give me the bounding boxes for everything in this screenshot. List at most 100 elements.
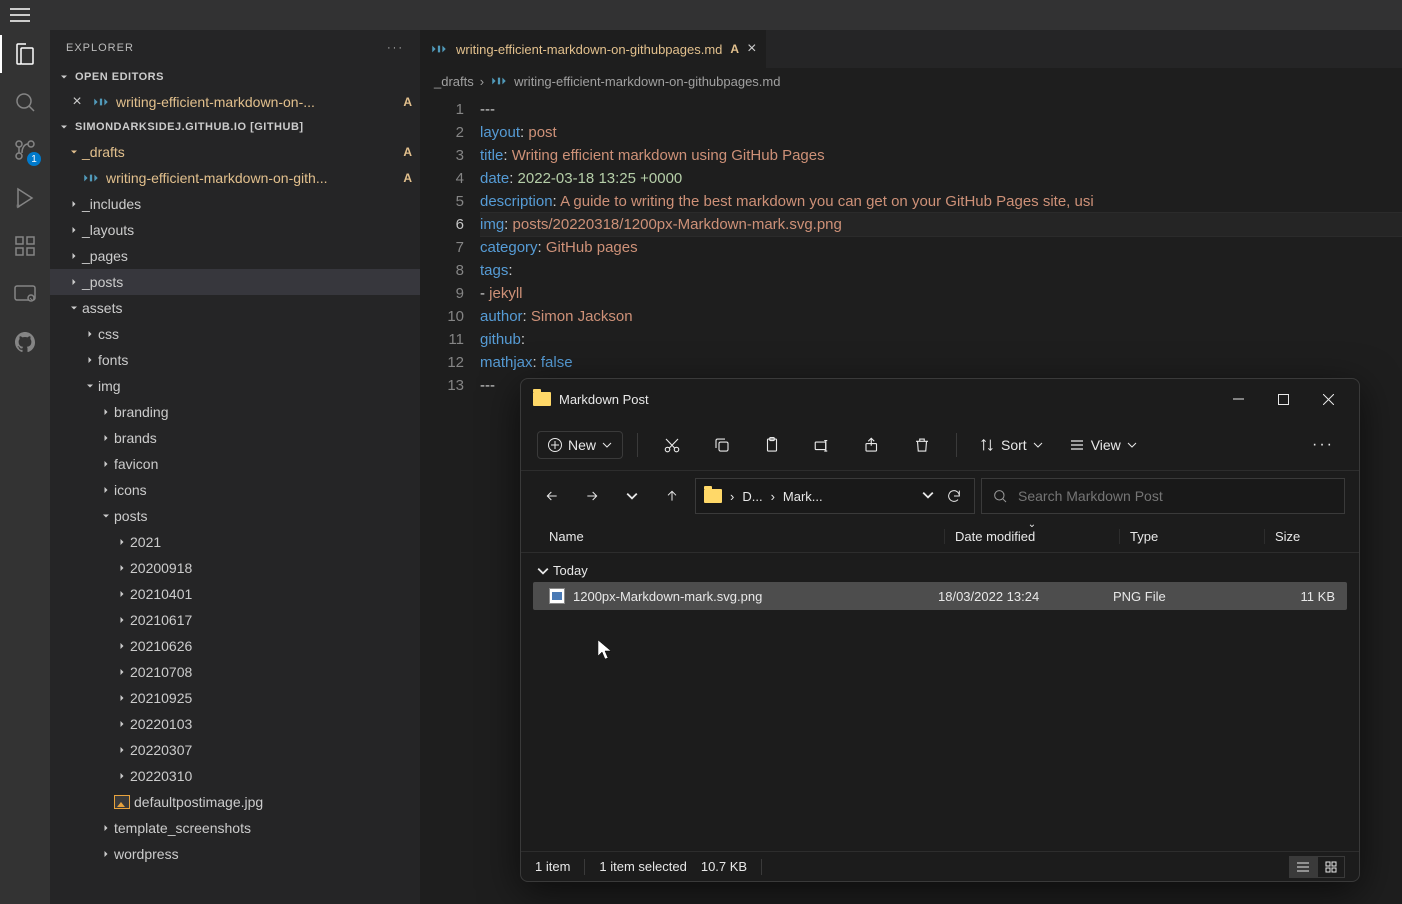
folder-date[interactable]: 20210626 xyxy=(50,633,420,659)
chevron-down-icon xyxy=(82,378,98,394)
minimize-button[interactable] xyxy=(1216,383,1261,415)
run-debug-icon[interactable] xyxy=(11,184,39,212)
folder-fonts[interactable]: fonts xyxy=(50,347,420,373)
thumbnails-view-toggle[interactable] xyxy=(1317,856,1345,878)
folder-css[interactable]: css xyxy=(50,321,420,347)
folder-img-posts[interactable]: posts xyxy=(50,503,420,529)
folder-branding[interactable]: branding xyxy=(50,399,420,425)
explorer-icon[interactable] xyxy=(11,40,39,68)
delete-button[interactable] xyxy=(902,428,942,462)
open-editors-header[interactable]: OPEN EDITORS xyxy=(50,65,420,89)
folder-date[interactable]: 20220103 xyxy=(50,711,420,737)
tab-label: writing-efficient-markdown-on-githubpage… xyxy=(456,42,722,57)
more-button[interactable]: ··· xyxy=(1303,428,1343,462)
column-headers[interactable]: Name ⌄Date modified Type Size xyxy=(521,521,1359,553)
menu-icon[interactable] xyxy=(10,8,30,22)
folder-date[interactable]: 2021 xyxy=(50,529,420,555)
open-editor-item[interactable]: × writing-efficient-markdown-on-... A xyxy=(50,89,420,115)
status-count: 1 item xyxy=(535,859,570,874)
rename-button[interactable] xyxy=(802,428,842,462)
col-date[interactable]: ⌄Date modified xyxy=(944,529,1119,544)
copy-button[interactable] xyxy=(702,428,742,462)
file-row[interactable]: 1200px-Markdown-mark.svg.png 18/03/2022 … xyxy=(533,582,1347,610)
chevron-right-icon xyxy=(114,612,130,628)
file-list[interactable]: Today 1200px-Markdown-mark.svg.png 18/03… xyxy=(521,553,1359,851)
refresh-button[interactable] xyxy=(942,479,966,513)
chevron-right-icon xyxy=(114,716,130,732)
col-size[interactable]: Size xyxy=(1264,529,1359,544)
breadcrumb-folder[interactable]: _drafts xyxy=(434,74,474,89)
file-defaultpostimage[interactable]: defaultpostimage.jpg xyxy=(50,789,420,815)
folder-drafts[interactable]: _draftsA xyxy=(50,139,420,165)
address-bar[interactable]: ›D...›Mark... xyxy=(695,478,975,514)
chevron-down-icon xyxy=(1127,440,1137,450)
file-explorer-window: Markdown Post New Sort View ··· xyxy=(520,378,1360,882)
workspace-root-header[interactable]: SIMONDARKSIDEJ.GITHUB.IO [GITHUB] xyxy=(50,115,420,139)
fe-window-title: Markdown Post xyxy=(559,392,649,407)
folder-pages[interactable]: _pages xyxy=(50,243,420,269)
breadcrumb[interactable]: _drafts › writing-efficient-markdown-on-… xyxy=(420,68,1402,94)
folder-date[interactable]: 20210401 xyxy=(50,581,420,607)
folder-date[interactable]: 20210617 xyxy=(50,607,420,633)
folder-date[interactable]: 20220307 xyxy=(50,737,420,763)
back-button[interactable] xyxy=(535,479,569,513)
markdown-file-icon xyxy=(82,169,100,187)
folder-posts[interactable]: _posts xyxy=(50,269,420,295)
folder-date[interactable]: 20210925 xyxy=(50,685,420,711)
folder-template-screenshots[interactable]: template_screenshots xyxy=(50,815,420,841)
breadcrumb-file[interactable]: writing-efficient-markdown-on-githubpage… xyxy=(514,74,780,89)
chevron-right-icon xyxy=(114,768,130,784)
details-view-toggle[interactable] xyxy=(1289,856,1317,878)
up-button[interactable] xyxy=(655,479,689,513)
close-icon[interactable]: × xyxy=(68,93,86,111)
chevron-right-icon xyxy=(98,482,114,498)
extensions-icon[interactable] xyxy=(11,232,39,260)
folder-date[interactable]: 20220310 xyxy=(50,763,420,789)
group-header[interactable]: Today xyxy=(533,559,1347,582)
folder-assets[interactable]: assets xyxy=(50,295,420,321)
forward-button[interactable] xyxy=(575,479,609,513)
close-button[interactable] xyxy=(1306,383,1351,415)
search-input[interactable] xyxy=(1018,488,1334,504)
folder-wordpress[interactable]: wordpress xyxy=(50,841,420,867)
new-button[interactable]: New xyxy=(537,431,623,459)
share-button[interactable] xyxy=(852,428,892,462)
maximize-button[interactable] xyxy=(1261,383,1306,415)
close-icon[interactable]: × xyxy=(747,40,756,58)
chevron-right-icon xyxy=(114,742,130,758)
file-draft-md[interactable]: writing-efficient-markdown-on-gith... A xyxy=(50,165,420,191)
search-box[interactable] xyxy=(981,478,1345,514)
folder-date[interactable]: 20210708 xyxy=(50,659,420,685)
chevron-down-icon xyxy=(66,144,82,160)
folder-date[interactable]: 20200918 xyxy=(50,555,420,581)
search-icon[interactable] xyxy=(11,88,39,116)
chevron-right-icon xyxy=(98,456,114,472)
folder-includes[interactable]: _includes xyxy=(50,191,420,217)
recent-button[interactable] xyxy=(615,479,649,513)
source-control-icon[interactable]: 1 xyxy=(11,136,39,164)
folder-icons[interactable]: icons xyxy=(50,477,420,503)
col-name[interactable]: Name xyxy=(549,529,944,544)
paste-button[interactable] xyxy=(752,428,792,462)
remote-icon[interactable] xyxy=(11,280,39,308)
search-icon xyxy=(992,488,1008,504)
folder-layouts[interactable]: _layouts xyxy=(50,217,420,243)
chevron-right-icon xyxy=(114,638,130,654)
more-icon[interactable]: ··· xyxy=(387,42,404,54)
tab-active-file[interactable]: writing-efficient-markdown-on-githubpage… xyxy=(420,30,767,68)
sort-button[interactable]: Sort xyxy=(971,432,1051,458)
view-button[interactable]: View xyxy=(1061,432,1145,458)
folder-brands[interactable]: brands xyxy=(50,425,420,451)
github-icon[interactable] xyxy=(11,328,39,356)
folder-img[interactable]: img xyxy=(50,373,420,399)
chevron-right-icon xyxy=(82,352,98,368)
fe-titlebar[interactable]: Markdown Post xyxy=(521,379,1359,419)
chevron-down-icon xyxy=(537,565,549,577)
chevron-down-icon[interactable] xyxy=(922,489,934,501)
window-titlebar xyxy=(0,0,1402,30)
cut-button[interactable] xyxy=(652,428,692,462)
chevron-right-icon xyxy=(98,820,114,836)
folder-favicon[interactable]: favicon xyxy=(50,451,420,477)
col-type[interactable]: Type xyxy=(1119,529,1264,544)
chevron-right-icon xyxy=(82,326,98,342)
